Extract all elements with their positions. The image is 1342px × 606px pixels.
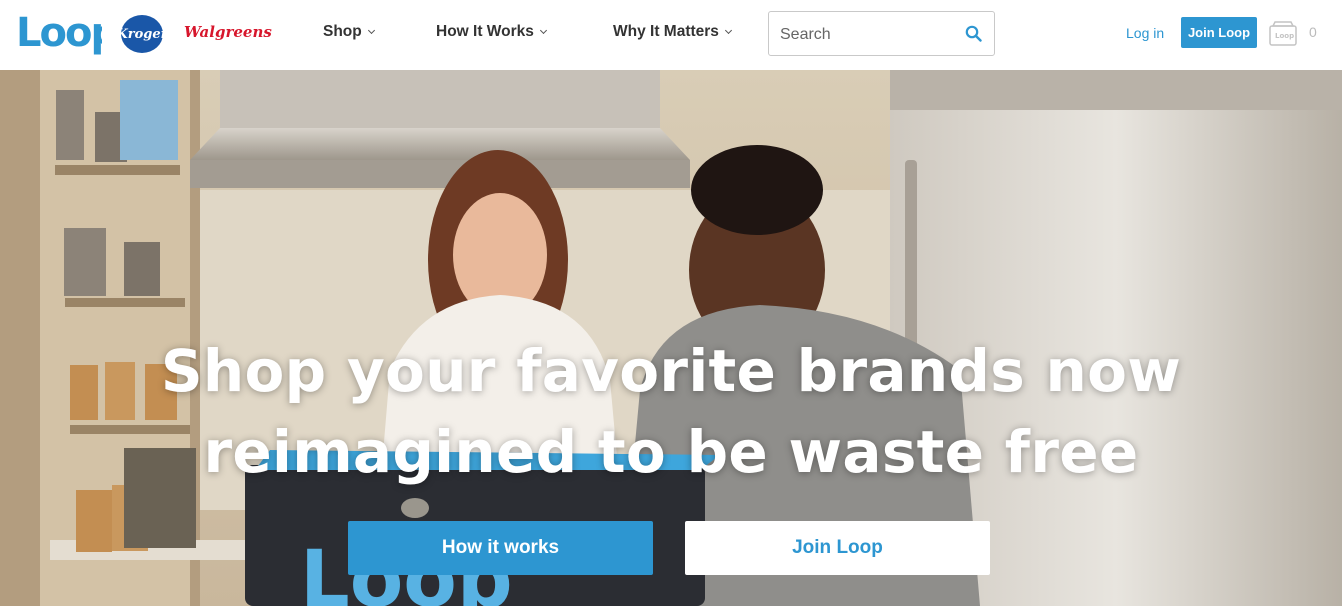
chevron-down-icon: [367, 26, 375, 35]
kroger-logo-text: Kroger: [116, 26, 168, 42]
tote-cart-label: Loop: [1275, 32, 1294, 40]
nav-how-it-works[interactable]: How It Works: [436, 23, 547, 41]
search-icon[interactable]: [965, 25, 982, 42]
login-link[interactable]: Log in: [1126, 25, 1164, 41]
how-it-works-button[interactable]: How it works: [348, 521, 653, 575]
hero-headline-line-2: reimagined to be waste free: [203, 418, 1139, 486]
chevron-down-icon: [539, 26, 547, 35]
nav-why-it-matters[interactable]: Why It Matters: [613, 23, 732, 41]
hero-banner: Loop Shop your favorite brands now reima…: [0, 70, 1342, 606]
search-input[interactable]: [780, 24, 950, 46]
join-loop-header-button[interactable]: Join Loop: [1181, 17, 1257, 48]
nav-why-it-matters-label: Why It Matters: [613, 23, 719, 40]
kroger-logo[interactable]: Kroger: [116, 15, 168, 53]
search-box: [768, 11, 995, 56]
tote-cart-icon[interactable]: Loop: [1268, 19, 1298, 47]
loop-logo[interactable]: Loop: [16, 8, 102, 60]
nav-how-it-works-label: How It Works: [436, 23, 534, 40]
nav-shop[interactable]: Shop: [323, 23, 375, 41]
walgreens-logo[interactable]: Walgreens: [184, 23, 272, 41]
join-loop-button[interactable]: Join Loop: [685, 521, 990, 575]
cart-count: 0: [1309, 24, 1317, 40]
site-header: Loop Kroger Walgreens Shop How It Works …: [0, 0, 1342, 70]
hero-headline-line-1: Shop your favorite brands now: [160, 337, 1182, 405]
chevron-down-icon: [724, 26, 732, 35]
nav-shop-label: Shop: [323, 23, 362, 40]
loop-logo-text: Loop: [16, 10, 102, 56]
